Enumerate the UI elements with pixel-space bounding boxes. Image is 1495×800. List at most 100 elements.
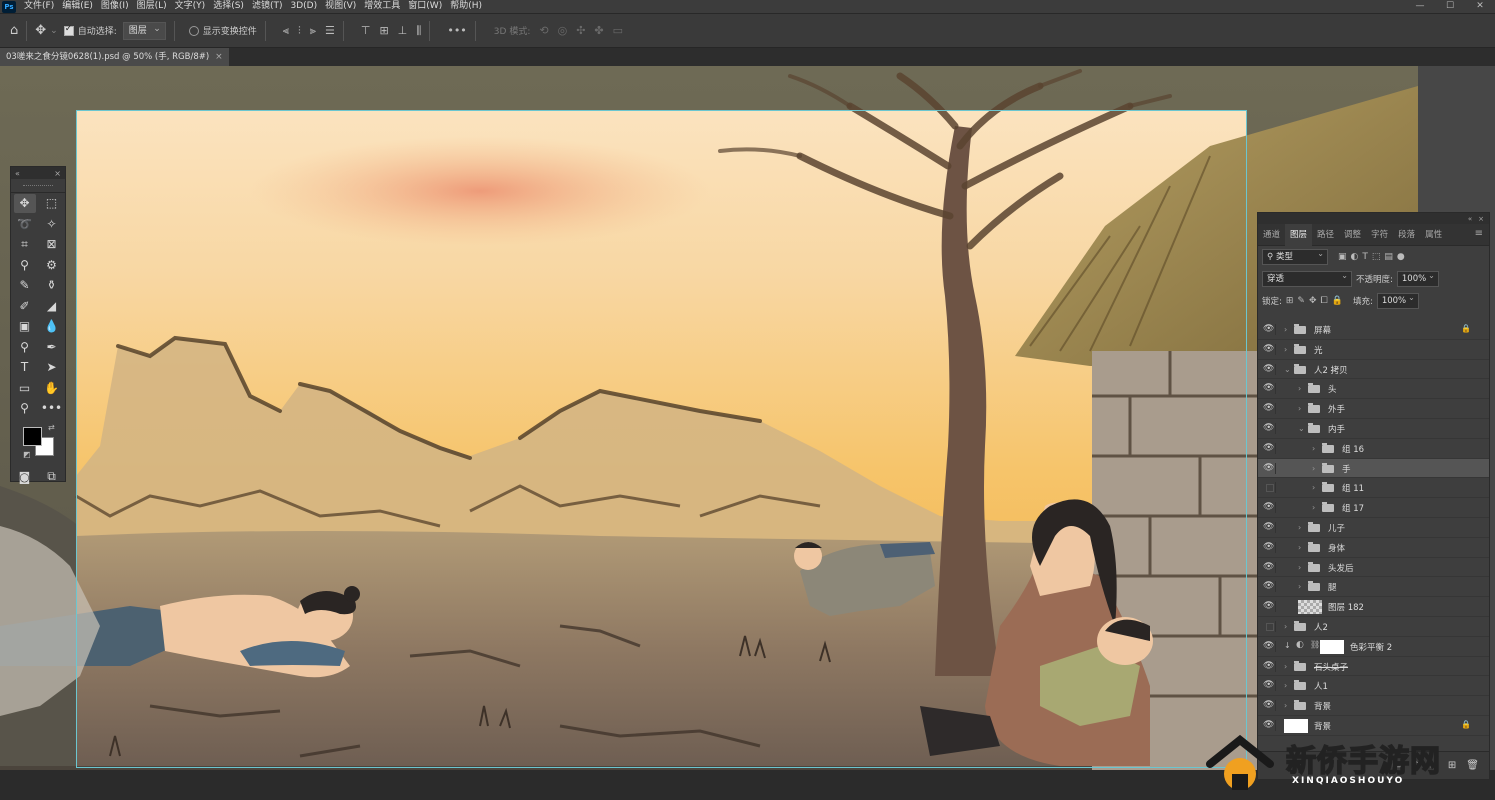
visibility-eye-icon[interactable]: 👁 <box>1263 680 1276 692</box>
visibility-eye-icon[interactable]: 👁 <box>1263 442 1276 454</box>
clone-stamp-tool-icon[interactable]: ⚱ <box>41 276 63 295</box>
visibility-eye-icon[interactable]: 👁 <box>1263 502 1276 514</box>
close-icon[interactable]: × <box>1478 215 1484 223</box>
menu-edit[interactable]: 编辑(E) <box>62 0 93 13</box>
move-tool-icon[interactable]: ✥ <box>35 14 46 48</box>
close-button[interactable]: ✕ <box>1465 0 1495 13</box>
filter-type-icon[interactable]: T <box>1362 252 1368 262</box>
visibility-eye-icon[interactable]: 👁 <box>1263 324 1276 335</box>
foreground-color-swatch[interactable] <box>23 426 42 446</box>
opacity-input[interactable]: 100% <box>1396 269 1439 287</box>
distribute-spacing-icon[interactable]: ⫼ <box>416 24 421 38</box>
menu-type[interactable]: 文字(Y) <box>175 0 206 13</box>
fill-input[interactable]: 100% <box>1376 291 1419 309</box>
layer-row[interactable]: 👁 › 儿子 <box>1258 517 1489 538</box>
magic-wand-tool-icon[interactable]: ✧ <box>41 214 63 233</box>
visibility-eye-icon[interactable]: 👁 <box>1263 363 1276 375</box>
menu-window[interactable]: 窗口(W) <box>408 0 442 13</box>
tab-channels[interactable]: 通道 <box>1258 224 1285 246</box>
layer-row[interactable]: › 组 11 <box>1258 478 1489 499</box>
expand-arrow-icon[interactable]: › <box>1298 523 1301 532</box>
menu-select[interactable]: 选择(S) <box>213 0 244 13</box>
visibility-eye-icon[interactable]: 👁 <box>1263 601 1276 613</box>
visibility-eye-icon[interactable]: 👁 <box>1263 343 1276 355</box>
expand-arrow-icon[interactable]: › <box>1284 662 1287 671</box>
layer-row[interactable]: 👁 › 腿 <box>1258 577 1489 598</box>
auto-select-target-dropdown[interactable]: 图层 <box>122 21 166 40</box>
align-left-icon[interactable]: ⫷ <box>283 24 289 38</box>
layer-row[interactable]: 👁 › 石头桌子 <box>1258 656 1489 677</box>
type-tool-icon[interactable]: T <box>14 358 36 377</box>
layer-row[interactable]: 👁 图层 182 <box>1258 597 1489 617</box>
visibility-eye-icon[interactable]: 👁 <box>1263 422 1276 434</box>
collapse-icon[interactable]: « <box>1468 215 1472 223</box>
align-vcenter-icon[interactable]: ☰ <box>325 24 335 37</box>
close-icon[interactable]: × <box>54 169 61 178</box>
show-transform-checkbox[interactable] <box>188 25 199 36</box>
menu-file[interactable]: 文件(F) <box>24 0 54 13</box>
layer-row[interactable]: › 人2 <box>1258 616 1489 637</box>
visibility-eye-icon[interactable]: 👁 <box>1263 521 1276 533</box>
distribute-middle-icon[interactable]: ⊞ <box>379 24 388 37</box>
align-hcenter-icon[interactable]: ⫶ <box>298 24 301 38</box>
expand-arrow-icon[interactable]: › <box>1284 622 1287 631</box>
eyedropper-tool-icon[interactable]: ⚲ <box>14 255 36 274</box>
zoom-tool-icon[interactable]: ⚲ <box>14 399 36 418</box>
tab-character[interactable]: 字符 <box>1366 224 1393 246</box>
menu-image[interactable]: 图像(I) <box>101 0 129 13</box>
document-tab[interactable]: 03嗟来之食分镜0628(1).psd @ 50% (手, RGB/8#) × <box>0 48 229 66</box>
lock-transparency-icon[interactable]: ⊞ <box>1286 296 1294 306</box>
layer-row[interactable]: 👁 › 屏幕 🔒 <box>1258 320 1489 340</box>
expand-arrow-icon[interactable]: › <box>1284 701 1287 710</box>
blend-mode-dropdown[interactable]: 穿透 <box>1262 269 1352 287</box>
gradient-tool-icon[interactable]: ▣ <box>14 317 36 336</box>
layer-row[interactable]: 👁 › 人1 <box>1258 676 1489 697</box>
tab-properties[interactable]: 属性 <box>1420 224 1447 246</box>
expand-arrow-icon[interactable]: › <box>1312 483 1315 492</box>
tab-adjustments[interactable]: 调整 <box>1339 224 1366 246</box>
layer-row[interactable]: 👁 ⌄ 内手 <box>1258 418 1489 439</box>
home-icon[interactable]: ⌂ <box>10 14 18 48</box>
layer-row[interactable]: 👁 › 背景 <box>1258 696 1489 716</box>
lock-pixels-icon[interactable]: ✎ <box>1297 296 1305 306</box>
minimize-button[interactable]: — <box>1405 0 1435 13</box>
layer-row[interactable]: 👁 › 身体 <box>1258 537 1489 558</box>
eraser-tool-icon[interactable]: ◢ <box>41 296 63 315</box>
pen-tool-icon[interactable]: ✒ <box>41 337 63 356</box>
lock-position-icon[interactable]: ✥ <box>1309 296 1317 306</box>
menu-layer[interactable]: 图层(L) <box>137 0 167 13</box>
panel-menu-icon[interactable]: ≡ <box>1475 228 1483 239</box>
expand-arrow-icon[interactable]: › <box>1312 464 1315 473</box>
visibility-eye-icon[interactable]: 👁 <box>1263 660 1276 672</box>
expand-arrow-icon[interactable]: › <box>1298 563 1301 572</box>
hand-tool-icon[interactable]: ✋ <box>41 378 63 397</box>
lock-all-icon[interactable]: 🔒 <box>1332 296 1343 306</box>
dodge-tool-icon[interactable]: ⚲ <box>14 337 36 356</box>
visibility-eye-icon[interactable]: 👁 <box>1263 561 1276 573</box>
default-colors-icon[interactable]: ◩ <box>23 450 31 459</box>
visibility-off-icon[interactable] <box>1263 482 1276 494</box>
menu-help[interactable]: 帮助(H) <box>450 0 482 13</box>
expand-arrow-icon[interactable]: › <box>1312 444 1315 453</box>
lasso-tool-icon[interactable]: ➰ <box>14 214 36 233</box>
expand-arrow-icon[interactable]: › <box>1298 404 1301 413</box>
filter-smart-object-icon[interactable]: ▤ <box>1384 252 1393 262</box>
collapse-icon[interactable]: « <box>15 169 20 178</box>
swap-colors-icon[interactable]: ⇄ <box>48 423 55 432</box>
marquee-tool-icon[interactable]: ⬚ <box>41 194 63 213</box>
filter-pixel-icon[interactable]: ▣ <box>1338 252 1347 262</box>
menu-view[interactable]: 视图(V) <box>325 0 356 13</box>
expand-arrow-icon[interactable]: › <box>1312 503 1315 512</box>
expand-arrow-icon[interactable]: ⌄ <box>1284 365 1291 374</box>
expand-arrow-icon[interactable]: › <box>1284 325 1287 334</box>
menu-3d[interactable]: 3D(D) <box>290 0 317 13</box>
visibility-eye-icon[interactable]: 👁 <box>1263 541 1276 553</box>
visibility-eye-icon[interactable]: 👁 <box>1263 581 1276 593</box>
filter-shape-icon[interactable]: ⬚ <box>1372 252 1381 262</box>
more-tools-icon[interactable]: ••• <box>41 399 63 418</box>
frame-tool-icon[interactable]: ⊠ <box>41 235 63 254</box>
layer-row-selected[interactable]: 👁 › 手 <box>1258 458 1489 479</box>
layer-row[interactable]: 👁 › 组 16 <box>1258 438 1489 459</box>
maximize-button[interactable]: ☐ <box>1435 0 1465 13</box>
visibility-eye-icon[interactable]: 👁 <box>1263 403 1276 415</box>
